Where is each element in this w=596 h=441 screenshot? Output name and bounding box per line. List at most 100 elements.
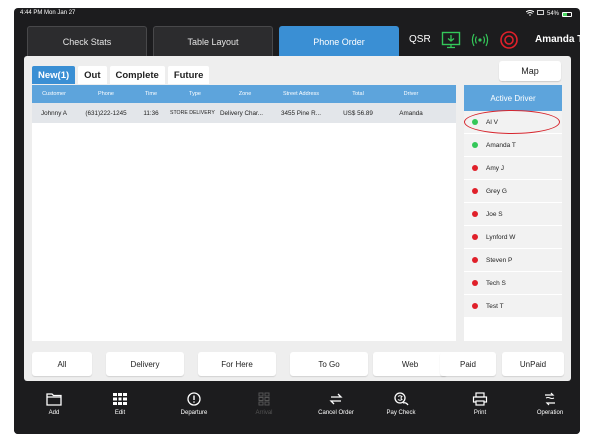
cell-phone: (631)222-1245 <box>85 109 127 117</box>
arrival-grid-icon <box>258 392 270 406</box>
bottom-toolbar: Add Edit Departure Arrival Cancel Order … <box>14 384 580 434</box>
pay-check-icon <box>394 392 409 406</box>
operation-button[interactable]: Operation <box>520 392 580 428</box>
filter-to-go-button[interactable]: To Go <box>290 352 368 376</box>
col-type[interactable]: Type <box>166 91 220 97</box>
driver-item[interactable]: Amy J <box>464 157 562 180</box>
add-button[interactable]: Add <box>24 392 84 428</box>
arrival-label: Arrival <box>255 410 273 416</box>
driver-item[interactable]: Al V <box>464 110 562 134</box>
pay-check-label: Pay Check <box>386 410 416 416</box>
grid-icon <box>113 393 127 405</box>
print-label: Print <box>473 410 487 416</box>
main-panel: New(1) Out Complete Future Map Customer … <box>24 56 571 381</box>
status-dot-inactive <box>472 188 478 194</box>
tab-out[interactable]: Out <box>78 66 107 84</box>
driver-item[interactable]: Test T <box>464 295 562 318</box>
cell-customer: Johnny A <box>41 109 67 117</box>
status-dot-active <box>472 119 478 125</box>
tab-complete[interactable]: Complete <box>109 66 165 84</box>
driver-item[interactable]: Grey G <box>464 180 562 203</box>
driver-name: Joe S <box>486 210 503 218</box>
driver-name: Lynford W <box>486 233 516 241</box>
filter-for-here-button[interactable]: For Here <box>198 352 276 376</box>
col-zone[interactable]: Zone <box>220 91 270 97</box>
driver-name: Steven P <box>486 256 513 264</box>
cell-address: 3455 Pine R... <box>281 109 321 117</box>
active-driver-title: Active Driver <box>464 85 562 111</box>
filter-paid-button[interactable]: Paid <box>440 352 496 376</box>
cancel-order-button[interactable]: Cancel Order <box>306 392 366 428</box>
battery-percent: 54% <box>546 11 559 17</box>
filter-unpaid-button[interactable]: UnPaid <box>502 352 564 376</box>
folder-icon <box>46 393 62 406</box>
add-label: Add <box>48 410 60 416</box>
col-driver[interactable]: Driver <box>384 91 438 97</box>
col-phone[interactable]: Phone <box>76 91 136 97</box>
driver-name: Amy J <box>486 164 505 172</box>
cell-total: US$ 56.89 <box>343 109 373 117</box>
power-icon[interactable] <box>498 30 520 50</box>
tab-new[interactable]: New(1) <box>32 66 76 84</box>
driver-name: Amanda T <box>486 141 516 149</box>
tab-phone-order[interactable]: Phone Order <box>279 26 399 56</box>
swap-arrows-icon <box>329 393 343 405</box>
pay-check-button[interactable]: Pay Check <box>371 392 431 428</box>
driver-name: Tech S <box>486 279 506 287</box>
screen-icon <box>537 10 544 18</box>
cell-zone: Delivery Char... <box>220 109 264 117</box>
table-row[interactable]: Johnny A (631)222-1245 11:36 STORE DELIV… <box>32 103 456 123</box>
driver-name: Grey G <box>486 187 507 195</box>
col-time[interactable]: Time <box>136 91 166 97</box>
table-header: Customer Phone Time Type Zone Street Add… <box>32 85 456 103</box>
selection-highlight-ring <box>464 110 560 134</box>
status-dot-inactive <box>472 280 478 286</box>
cell-time: 11:36 <box>143 109 159 117</box>
driver-name: Test T <box>486 302 504 310</box>
header-tabs: Check Stats Table Layout Phone Order QSR… <box>14 20 580 56</box>
status-dot-inactive <box>472 234 478 240</box>
order-status-tabs: New(1) Out Complete Future <box>32 66 210 84</box>
orders-table: Customer Phone Time Type Zone Street Add… <box>32 85 456 341</box>
filter-web-button[interactable]: Web <box>373 352 447 376</box>
col-customer[interactable]: Customer <box>32 91 76 97</box>
status-system-icons: 54% <box>525 10 572 18</box>
tab-check-stats[interactable]: Check Stats <box>27 26 147 56</box>
driver-item[interactable]: Steven P <box>464 249 562 272</box>
signal-broadcast-icon[interactable] <box>469 30 491 50</box>
driver-item[interactable]: Amanda T <box>464 134 562 157</box>
driver-name: Al V <box>486 118 498 126</box>
status-time: 4:44 PM Mon Jan 27 <box>20 10 76 16</box>
cancel-order-label: Cancel Order <box>318 410 354 416</box>
alert-circle-icon <box>187 392 201 406</box>
device-frame: 4:44 PM Mon Jan 27 54% Check Stats Table… <box>14 8 580 434</box>
driver-item[interactable]: Lynford W <box>464 226 562 249</box>
edit-label: Edit <box>114 410 126 416</box>
status-dot-active <box>472 142 478 148</box>
filter-delivery-button[interactable]: Delivery <box>106 352 184 376</box>
departure-label: Departure <box>180 410 208 416</box>
driver-item[interactable]: Tech S <box>464 272 562 295</box>
operation-icon <box>545 392 555 406</box>
monitor-download-icon[interactable] <box>440 30 462 50</box>
user-name[interactable]: Amanda T <box>535 34 580 45</box>
tab-future[interactable]: Future <box>167 66 210 84</box>
edit-button[interactable]: Edit <box>90 392 150 428</box>
status-dot-inactive <box>472 211 478 217</box>
col-street-address[interactable]: Street Address <box>270 91 332 97</box>
departure-button[interactable]: Departure <box>164 392 224 428</box>
cell-driver: Amanda <box>399 109 423 117</box>
operation-label: Operation <box>536 410 564 416</box>
qsr-button[interactable]: QSR <box>409 34 431 45</box>
col-total[interactable]: Total <box>332 91 384 97</box>
status-dot-inactive <box>472 257 478 263</box>
filter-all-button[interactable]: All <box>32 352 92 376</box>
status-dot-inactive <box>472 303 478 309</box>
arrival-button[interactable]: Arrival <box>234 392 294 428</box>
map-button[interactable]: Map <box>499 61 561 81</box>
driver-item[interactable]: Joe S <box>464 203 562 226</box>
tab-table-layout[interactable]: Table Layout <box>153 26 273 56</box>
wifi-icon <box>525 10 535 18</box>
battery-icon <box>562 11 572 17</box>
print-button[interactable]: Print <box>450 392 510 428</box>
